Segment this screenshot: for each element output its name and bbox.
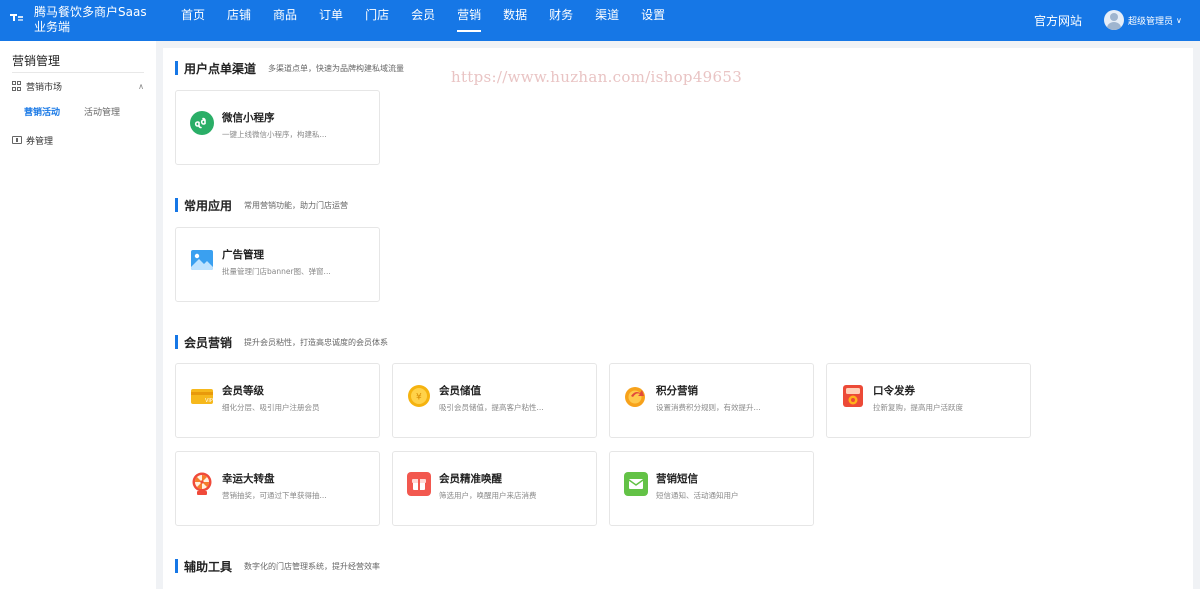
avatar <box>1104 10 1124 30</box>
wake-gift-icon <box>407 472 431 496</box>
svg-text:VIP: VIP <box>205 398 213 404</box>
section-member-marketing: 会员营销 提升会员粘性，打造高忠诚度的会员体系 <box>175 334 388 350</box>
card-title: 会员储值 <box>439 385 481 397</box>
card-member-wakeup[interactable]: 会员精准唤醒 筛选用户，唤醒用户来店消费 <box>392 451 597 526</box>
card-title: 广告管理 <box>222 249 264 261</box>
nav-item-members[interactable]: 会员 <box>400 0 446 41</box>
card-description: 细化分层、吸引用户注册会员 <box>222 403 320 412</box>
brand-logo-icon <box>10 11 30 25</box>
section-common-apps: 常用应用 常用营销功能，助力门店运营 <box>175 197 348 213</box>
svg-text:¥: ¥ <box>416 393 422 403</box>
nav-item-finance[interactable]: 财务 <box>538 0 584 41</box>
nav-item-channels[interactable]: 渠道 <box>584 0 630 41</box>
user-name: 超级管理员 <box>1128 16 1174 27</box>
nav-item-home[interactable]: 首页 <box>170 0 216 41</box>
card-description: 拉新复购，提高用户活跃度 <box>873 403 963 412</box>
top-navigation-bar: 腾马餐饮多商户Saas业务端 首页 店铺 商品 订单 门店 会员 营销 数据 财… <box>0 0 1200 41</box>
nav-item-data[interactable]: 数据 <box>492 0 538 41</box>
nav-item-stores[interactable]: 门店 <box>354 0 400 41</box>
sidebar-group-coupon[interactable]: 券管理 <box>0 127 156 153</box>
card-description: 短信通知、活动通知用户 <box>656 491 739 500</box>
section-title: 辅助工具 <box>184 559 233 574</box>
grid-icon <box>12 81 22 91</box>
nav-item-orders[interactable]: 订单 <box>308 0 354 41</box>
card-description: 批量管理门店banner图、弹窗... <box>222 267 331 276</box>
card-member-stored-value[interactable]: ¥ 会员储值 吸引会员储值，提高客户粘性... <box>392 363 597 438</box>
main-content: https://www.huzhan.com/ishop49653 用户点单渠道… <box>163 48 1193 589</box>
card-title: 积分营销 <box>656 385 698 397</box>
ticket-icon <box>12 136 22 144</box>
section-description: 提升会员粘性，打造高忠诚度的会员体系 <box>244 337 389 347</box>
section-description: 常用营销功能，助力门店运营 <box>244 200 349 210</box>
card-marketing-sms[interactable]: 营销短信 短信通知、活动通知用户 <box>609 451 814 526</box>
nav-item-marketing[interactable]: 营销 <box>446 0 492 41</box>
card-title: 会员精准唤醒 <box>439 473 502 485</box>
card-description: 吸引会员储值，提高客户粘性... <box>439 403 544 412</box>
ad-image-icon <box>191 250 213 270</box>
official-site-link[interactable]: 官方网站 <box>1034 12 1082 29</box>
nav-item-shop[interactable]: 店铺 <box>216 0 262 41</box>
app-title: 腾马餐饮多商户Saas业务端 <box>34 5 147 34</box>
card-title: 营销短信 <box>656 473 698 485</box>
section-title: 用户点单渠道 <box>184 61 257 76</box>
section-description: 多渠道点单，快速为品牌构建私域流量 <box>268 63 405 73</box>
sidebar-subitems: 营销活动 活动管理 <box>0 99 156 123</box>
card-description: 筛选用户，唤醒用户来店消费 <box>439 491 537 500</box>
coupon-envelope-icon <box>843 385 863 407</box>
card-description: 设置消费积分规则，有效提升... <box>656 403 761 412</box>
sidebar-item-marketing-activity[interactable]: 营销活动 <box>24 105 60 118</box>
nav-item-settings[interactable]: 设置 <box>630 0 676 41</box>
coin-icon: ¥ <box>408 385 430 407</box>
brand[interactable]: 腾马餐饮多商户Saas业务端 <box>10 5 160 35</box>
card-title: 口令发券 <box>873 385 915 397</box>
card-title: 会员等级 <box>222 385 264 397</box>
scrollbar[interactable] <box>1193 41 1200 589</box>
lucky-wheel-icon <box>192 472 212 495</box>
sidebar-item-activity-management[interactable]: 活动管理 <box>84 105 120 118</box>
section-accent-bar <box>175 198 178 212</box>
section-description: 数字化的门店管理系统，提升经营效率 <box>244 561 381 571</box>
card-member-level[interactable]: VIP 会员等级 细化分层、吸引用户注册会员 <box>175 363 380 438</box>
card-title: 幸运大转盘 <box>222 473 275 485</box>
card-title: 微信小程序 <box>222 112 275 124</box>
points-icon <box>625 387 645 407</box>
sidebar-title: 营销管理 <box>12 54 61 68</box>
section-accent-bar <box>175 61 178 75</box>
card-password-coupon[interactable]: 口令发券 拉新复购，提高用户活跃度 <box>826 363 1031 438</box>
card-description: 一键上线微信小程序，构建私... <box>222 130 327 139</box>
sms-mail-icon <box>624 472 648 496</box>
card-lucky-wheel[interactable]: 幸运大转盘 营销抽奖，可通过下单获得抽... <box>175 451 380 526</box>
sidebar-group-label: 营销市场 <box>26 82 63 93</box>
card-wechat-mini-program[interactable]: 微信小程序 一键上线微信小程序，构建私... <box>175 90 380 165</box>
card-ad-management[interactable]: 广告管理 批量管理门店banner图、弹窗... <box>175 227 380 302</box>
section-title: 会员营销 <box>184 335 233 350</box>
vip-card-icon: VIP <box>191 389 213 404</box>
chevron-down-icon: ∨ <box>1176 15 1182 25</box>
sidebar-group-market[interactable]: 营销市场 ∧ <box>0 73 156 99</box>
section-title: 常用应用 <box>184 198 233 213</box>
section-ordering-channels: 用户点单渠道 多渠道点单，快速为品牌构建私域流量 <box>175 60 404 76</box>
section-auxiliary-tools: 辅助工具 数字化的门店管理系统，提升经营效率 <box>175 558 380 574</box>
user-menu[interactable]: 超级管理员 ∨ <box>1104 10 1182 30</box>
mini-program-icon <box>190 111 214 135</box>
sidebar-group-label: 券管理 <box>26 136 54 147</box>
section-accent-bar <box>175 559 178 573</box>
section-accent-bar <box>175 335 178 349</box>
sidebar: 营销管理 营销市场 ∧ 营销活动 活动管理 券管理 <box>0 41 156 589</box>
chevron-up-icon: ∧ <box>138 81 144 91</box>
main-nav: 首页 店铺 商品 订单 门店 会员 营销 数据 财务 渠道 设置 <box>170 0 676 41</box>
card-points-marketing[interactable]: 积分营销 设置消费积分规则，有效提升... <box>609 363 814 438</box>
nav-item-goods[interactable]: 商品 <box>262 0 308 41</box>
watermark-text: https://www.huzhan.com/ishop49653 <box>451 68 743 86</box>
card-description: 营销抽奖，可通过下单获得抽... <box>222 491 327 500</box>
